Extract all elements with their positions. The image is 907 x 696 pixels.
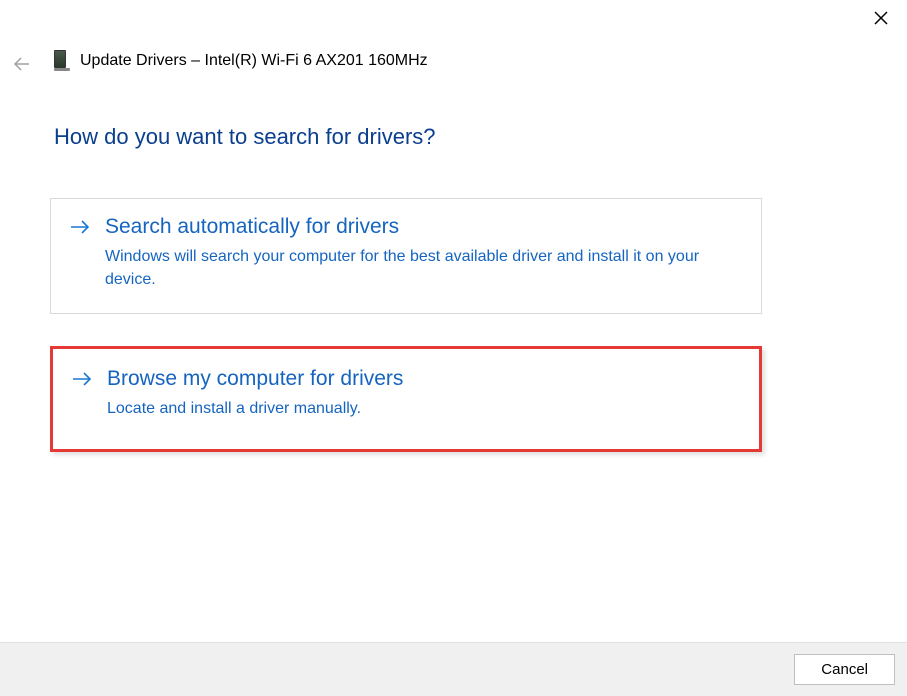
page-heading: How do you want to search for drivers? (54, 124, 436, 150)
arrow-right-icon (71, 368, 93, 390)
close-icon (873, 10, 889, 31)
options-container: Search automatically for drivers Windows… (50, 198, 762, 452)
option-description: Windows will search your computer for th… (105, 245, 725, 291)
arrow-right-icon (69, 216, 91, 238)
option-title: Browse my computer for drivers (107, 367, 403, 391)
close-button[interactable] (869, 8, 893, 32)
option-description: Locate and install a driver manually. (107, 397, 727, 420)
dialog-footer: Cancel (0, 642, 907, 696)
back-button[interactable] (10, 54, 34, 78)
dialog-header: Update Drivers – Intel(R) Wi-Fi 6 AX201 … (54, 50, 428, 72)
cancel-button[interactable]: Cancel (794, 654, 895, 685)
option-search-automatically[interactable]: Search automatically for drivers Windows… (50, 198, 762, 314)
device-icon (54, 50, 70, 72)
option-title: Search automatically for drivers (105, 215, 399, 239)
option-browse-computer[interactable]: Browse my computer for drivers Locate an… (50, 346, 762, 451)
back-arrow-icon (13, 55, 31, 78)
dialog-title: Update Drivers – Intel(R) Wi-Fi 6 AX201 … (80, 52, 428, 70)
